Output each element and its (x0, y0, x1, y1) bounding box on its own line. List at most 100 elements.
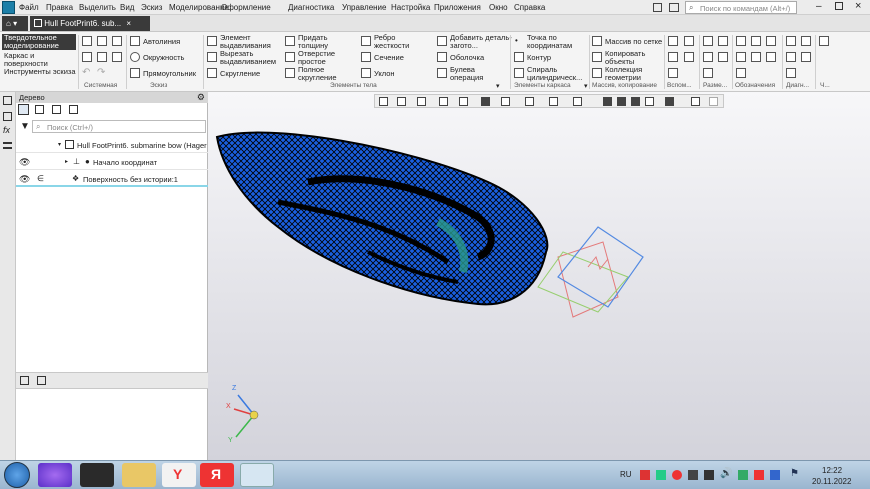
grid-array-button[interactable]: Массив по сетке (605, 38, 662, 46)
contour-button[interactable]: Контур (527, 54, 551, 62)
menu-view[interactable]: Вид (120, 3, 134, 12)
spiral-icon[interactable] (514, 68, 524, 78)
yandex-icon[interactable]: Я (200, 463, 234, 487)
fillet-button[interactable]: Скругление (220, 70, 260, 78)
dimension-angle-icon[interactable] (718, 36, 728, 46)
thicken-icon[interactable] (285, 36, 295, 46)
drawing-icon[interactable] (819, 36, 829, 46)
spiral-button[interactable]: Спираль цилиндрическ... (527, 66, 587, 82)
chevron-down-icon[interactable]: ▾ (496, 82, 500, 90)
full-fillet-icon[interactable] (285, 68, 295, 78)
aux-point-icon[interactable] (668, 52, 678, 62)
check-icon[interactable] (801, 36, 811, 46)
camera-icon[interactable] (669, 3, 679, 12)
mark-icon[interactable] (766, 52, 776, 62)
start-button[interactable] (4, 462, 30, 488)
variables-icon[interactable]: fx (3, 125, 10, 135)
cut-extrude-button[interactable]: Вырезать выдавливанием (220, 50, 286, 66)
eye-icon[interactable]: 👁 (19, 157, 30, 168)
intersection-icon[interactable] (786, 68, 796, 78)
menu-select[interactable]: Выделить (79, 3, 116, 12)
app-logo-icon[interactable] (2, 1, 15, 14)
rectangle-button[interactable]: Прямоугольник (143, 70, 196, 78)
draft-button[interactable]: Уклон (374, 70, 395, 78)
gear-icon[interactable]: ⚙ (197, 92, 205, 103)
text-icon[interactable] (766, 36, 776, 46)
tree-icon[interactable] (3, 96, 12, 105)
dimension-diameter-icon[interactable] (718, 52, 728, 62)
yandex-browser-icon[interactable]: Y (162, 463, 196, 487)
structure-icon[interactable] (35, 105, 44, 114)
local-cs-gizmo[interactable] (537, 226, 644, 318)
tray-icon-4[interactable] (688, 470, 698, 480)
display-icon[interactable] (52, 105, 61, 114)
aux-line-icon[interactable] (684, 52, 694, 62)
new-file-icon[interactable] (82, 36, 92, 46)
circle-button[interactable]: Окружность (143, 54, 184, 62)
tree-row-origin[interactable]: 👁 ▸ ⊥ ● Начало координат (16, 154, 208, 170)
close-icon[interactable]: × (855, 0, 861, 12)
leader-icon[interactable] (751, 36, 761, 46)
menu-edit[interactable]: Правка (46, 3, 73, 12)
add-part-button[interactable]: Добавить деталь-загото... (450, 34, 512, 50)
chevron-down-icon[interactable]: ▾ (584, 82, 588, 90)
copy-objects-button[interactable]: Копировать объекты (605, 50, 655, 66)
kompas-taskbar-icon[interactable] (240, 463, 274, 487)
mode-wireframe-surfaces[interactable]: Каркас и поверхности (4, 52, 76, 68)
tree-mode-icon[interactable] (18, 104, 29, 115)
tree-search-input[interactable]: ⌕ Поиск (Ctrl+/) (32, 120, 206, 133)
tray-icon-5[interactable] (704, 470, 714, 480)
aux-cs-icon[interactable] (668, 68, 678, 78)
menu-diagnostics[interactable]: Диагностика (288, 3, 334, 12)
edit-icon[interactable]: ∈ (37, 174, 44, 183)
rectangle-icon[interactable] (130, 68, 140, 78)
dimension-linear-icon[interactable] (703, 36, 713, 46)
clock-date[interactable]: 20.11.2022 (812, 477, 851, 486)
clock-time[interactable]: 12:22 (822, 466, 842, 475)
boolean-icon[interactable] (437, 68, 447, 78)
print-icon[interactable] (82, 52, 92, 62)
tolerance-icon[interactable] (736, 52, 746, 62)
document-tab[interactable]: Hull FootPrint6. sub... × (30, 16, 150, 31)
weld-icon[interactable] (736, 68, 746, 78)
point-icon[interactable]: • (515, 36, 518, 45)
media-player-icon[interactable] (80, 463, 114, 487)
full-fillet-button[interactable]: Полное скругление (298, 66, 358, 82)
bottom-tree-icon[interactable] (20, 376, 29, 385)
extrude-icon[interactable] (207, 36, 217, 46)
add-part-icon[interactable] (437, 36, 447, 46)
layout-icon[interactable] (653, 3, 662, 12)
menu-settings[interactable]: Настройка (391, 3, 430, 12)
mode-sketch-tools[interactable]: Инструменты эскиза (4, 68, 76, 76)
aux-plane-icon[interactable] (668, 36, 678, 46)
point-by-coords-button[interactable]: Точка по координатам (527, 34, 589, 50)
rib-button[interactable]: Ребро жесткости (374, 34, 424, 50)
cut-icon[interactable] (97, 52, 107, 62)
language-indicator[interactable]: RU (620, 470, 632, 479)
roughness-icon[interactable] (736, 36, 746, 46)
menu-formatting[interactable]: Оформление (221, 3, 271, 12)
contour-icon[interactable] (514, 52, 524, 62)
command-search-input[interactable]: ⌕ Поиск по командам (Alt+/) (685, 1, 797, 14)
draft-icon[interactable] (361, 68, 371, 78)
filter-tree-icon[interactable] (69, 105, 78, 114)
3d-viewport[interactable]: Z X Y (208, 92, 870, 460)
explorer-icon[interactable] (122, 463, 156, 487)
extrude-button[interactable]: Элемент выдавливания (220, 34, 282, 50)
section-icon[interactable] (361, 52, 371, 62)
aux-axis-icon[interactable] (684, 36, 694, 46)
hull-model[interactable] (208, 92, 870, 460)
mode-solid-modeling[interactable]: Твердотельное моделирование (2, 34, 76, 50)
open-folder-icon[interactable] (97, 36, 107, 46)
maximize-icon[interactable] (835, 2, 843, 10)
base-icon[interactable] (751, 52, 761, 62)
hole-icon[interactable] (285, 52, 295, 62)
hull-surface[interactable] (215, 131, 549, 306)
tray-icon-1[interactable] (640, 470, 650, 480)
cut-extrude-icon[interactable] (207, 52, 217, 62)
flag-icon[interactable]: ⚑ (790, 468, 799, 479)
menu-modeling[interactable]: Моделирование (169, 3, 229, 12)
expand-icon[interactable]: ▸ (65, 158, 68, 165)
volume-icon[interactable]: 🔊 (720, 468, 732, 479)
menu-window[interactable]: Окно (489, 3, 508, 12)
